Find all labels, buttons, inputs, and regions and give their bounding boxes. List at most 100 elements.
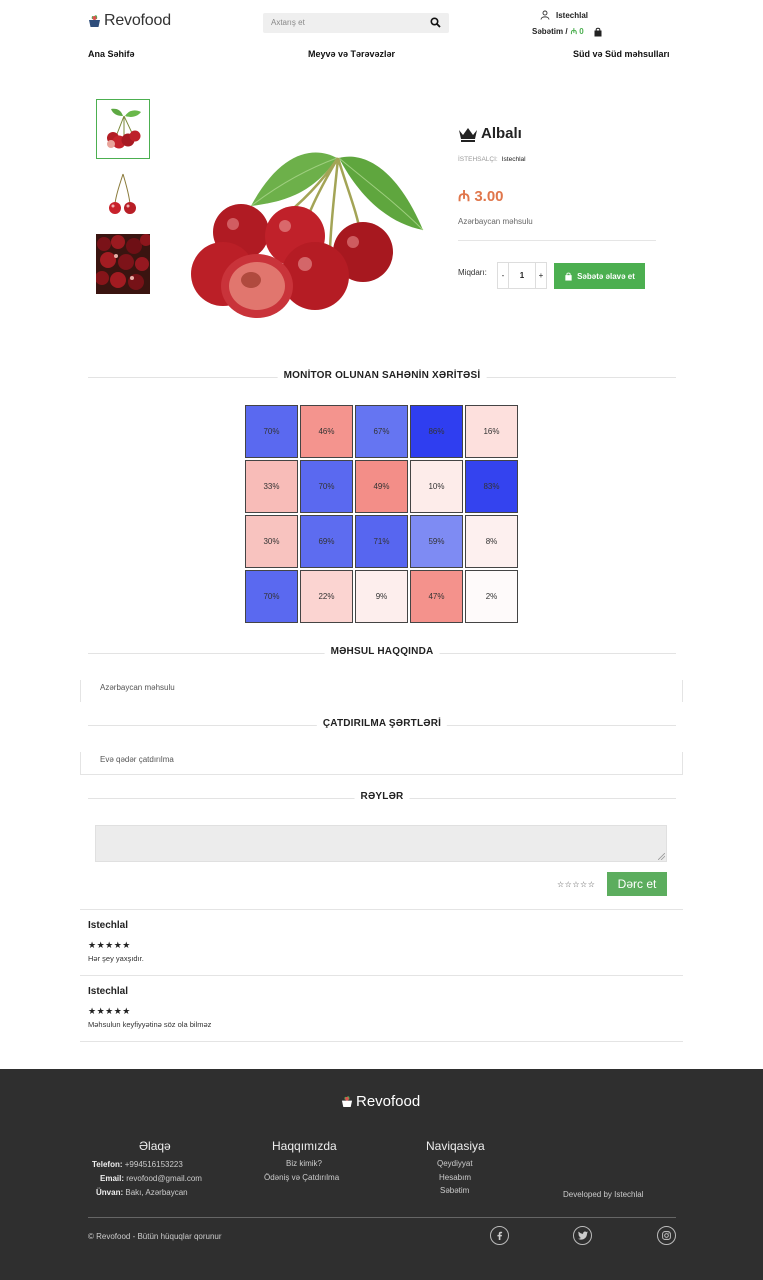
instagram-link[interactable] [657, 1226, 676, 1245]
twitter-link[interactable] [573, 1226, 592, 1245]
phone-label: Telefon: [92, 1160, 123, 1169]
heatmap-cell: 2% [465, 570, 518, 623]
nav-fruits-vegetables[interactable]: Meyvə və Tərəvəzlər [308, 49, 395, 59]
heatmap-cell: 86% [410, 405, 463, 458]
address-label: Ünvan: [96, 1188, 124, 1197]
review-item: Istechlal ★★★★★ Məhsulun keyfiyyətinə sö… [80, 975, 683, 1042]
footer-link-cart[interactable]: Səbətim [440, 1186, 469, 1195]
heatmap-cell: 70% [245, 570, 298, 623]
shopping-bag-icon [594, 27, 602, 36]
footer-link-who-we-are[interactable]: Biz kimik? [286, 1159, 322, 1168]
heatmap-cell: 47% [410, 570, 463, 623]
reviews-section-heading: RƏYLƏR [88, 791, 676, 805]
about-us-title: Haqqımızda [272, 1139, 337, 1153]
cart-label: Səbətim / [532, 27, 568, 36]
navigation-title: Naviqasiya [426, 1139, 485, 1153]
search-bar[interactable]: Axtarış et [263, 13, 449, 33]
delivery-section-heading: ÇATDIRILMA ŞƏRTLƏRİ [88, 718, 676, 732]
contact-phone: Telefon: +994516153223 [92, 1160, 183, 1169]
product-name: Albalı [481, 125, 522, 142]
heatmap-cell: 22% [300, 570, 353, 623]
footer-link-register[interactable]: Qeydiyyat [437, 1159, 473, 1168]
nav-dairy[interactable]: Süd və Süd məhsulları [573, 49, 670, 59]
resize-handle-icon[interactable] [658, 853, 665, 860]
about-title: MƏHSUL HAQQINDA [324, 646, 440, 657]
crown-icon [459, 127, 477, 142]
heatmap-cell: 49% [355, 460, 408, 513]
nav-home[interactable]: Ana Səhifə [88, 49, 135, 59]
two-cherries-thumbnail-image [96, 166, 150, 226]
footer-link-payment-delivery[interactable]: Ödəniş və Çatdırılma [264, 1173, 339, 1182]
thumbnail-2[interactable] [96, 166, 150, 226]
contact-title: Əlaqə [139, 1139, 171, 1153]
maker-label: İSTEHSALÇI: [458, 156, 498, 163]
about-content: Azərbaycan məhsulu [80, 680, 683, 702]
divider [458, 240, 656, 241]
cherries-thumbnail-image [97, 100, 149, 158]
facebook-link[interactable] [490, 1226, 509, 1245]
thumbnail-1[interactable] [96, 99, 150, 159]
review-textarea[interactable] [95, 825, 667, 862]
heatmap-cell: 33% [245, 460, 298, 513]
search-input[interactable]: Axtarış et [271, 18, 305, 27]
footer-logo-text: Revofood [356, 1093, 421, 1110]
heatmap-cell: 10% [410, 460, 463, 513]
quantity-decrease-button[interactable]: - [498, 271, 508, 280]
delivery-title: ÇATDIRILMA ŞƏRTLƏRİ [316, 718, 448, 729]
site-logo[interactable]: Revofood [88, 12, 171, 30]
user-account[interactable]: Istechlal [540, 10, 588, 20]
email-label: Email: [100, 1174, 125, 1183]
user-name: Istechlal [556, 10, 589, 20]
quantity-stepper[interactable]: - 1 + [497, 262, 547, 289]
delivery-content: Evə qədər çatdırılma [80, 752, 683, 775]
search-icon[interactable] [430, 17, 441, 28]
rating-stars-input[interactable]: ☆☆☆☆☆ [557, 880, 595, 889]
heatmap-cell: 70% [245, 405, 298, 458]
review-author: Istechlal [88, 920, 129, 931]
review-stars: ★★★★★ [88, 940, 131, 950]
review-text: Məhsulun keyfiyyətinə söz ola bilməz [88, 1020, 212, 1029]
heatmap-cell: 69% [300, 515, 353, 568]
contact-email: Email: revofood@gmail.com [100, 1174, 202, 1183]
heatmap-cell: 67% [355, 405, 408, 458]
developer-credit: Developed by Istechlal [563, 1190, 644, 1199]
email-value: revofood@gmail.com [126, 1174, 202, 1183]
user-icon [540, 10, 550, 20]
heatmap-cell: 59% [410, 515, 463, 568]
phone-value: +994516153223 [124, 1160, 183, 1169]
twitter-icon [577, 1231, 588, 1240]
contact-address: Ünvan: Bakı, Azərbaycan [96, 1188, 188, 1197]
heatmap-cell: 30% [245, 515, 298, 568]
heatmap-grid: 70% 46% 67% 86% 16% 33% 70% 49% 10% 83% 30% 69% 71% 5… [245, 405, 518, 623]
footer-logo[interactable]: Revofood [341, 1093, 420, 1110]
logo-basket-icon [89, 15, 100, 27]
site-footer: Revofood Əlaqə Telefon: +994516153223 Em… [0, 1069, 763, 1280]
shopping-bag-icon [565, 272, 572, 281]
review-item: Istechlal ★★★★★ Hər şey yaxşıdır. [80, 909, 683, 976]
heatmap-cell: 8% [465, 515, 518, 568]
logo-text: Revofood [104, 12, 171, 29]
heatmap-cell: 16% [465, 405, 518, 458]
logo-basket-icon [341, 1096, 353, 1108]
quantity-increase-button[interactable]: + [536, 271, 546, 280]
cart-amount: ₼ 0 [570, 27, 584, 36]
about-text: Azərbaycan məhsulu [100, 683, 175, 692]
product-price: ₼ 3.00 [458, 188, 504, 205]
submit-review-button[interactable]: Dərc et [607, 872, 667, 896]
reviews-title: RƏYLƏR [354, 791, 410, 802]
review-author: Istechlal [88, 986, 129, 997]
heatmap-cell: 9% [355, 570, 408, 623]
product-main-image [191, 152, 424, 318]
thumbnail-3[interactable] [96, 234, 150, 294]
heatmap-title: MONİTOR OLUNAN SAHƏNİN XƏRİTƏSİ [277, 370, 487, 381]
add-to-cart-button[interactable]: Səbətə əlavə et [554, 263, 645, 289]
review-stars: ★★★★★ [88, 1006, 131, 1016]
product-title: Albalı [458, 125, 522, 142]
product-maker: İSTEHSALÇI: Istechlal [458, 156, 526, 163]
cart-link[interactable]: Səbətim / ₼ 0 [532, 26, 603, 37]
footer-link-account[interactable]: Hesabım [439, 1173, 471, 1182]
copyright: © Revofood - Bütün hüquqlar qorunur [88, 1232, 222, 1241]
quantity-label: Miqdarı: [458, 268, 487, 277]
address-value: Bakı, Azərbaycan [125, 1188, 188, 1197]
quantity-input[interactable]: 1 [508, 263, 536, 288]
